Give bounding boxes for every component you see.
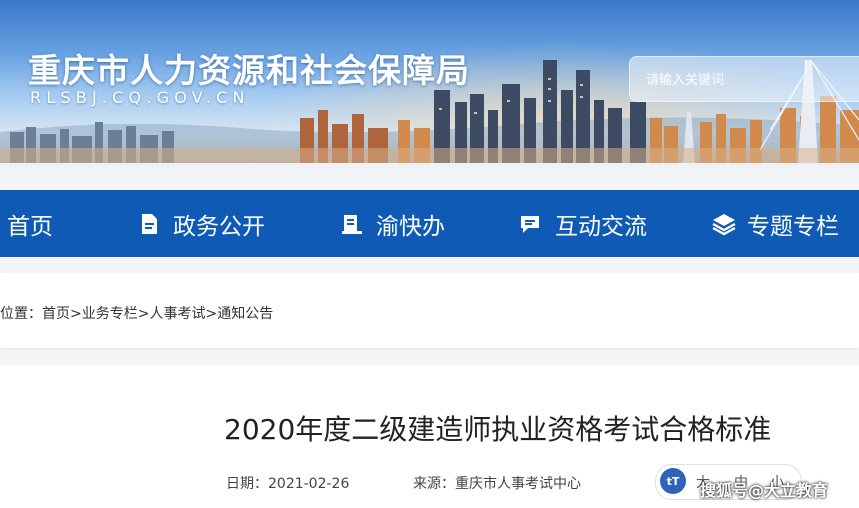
source-label: 来源： bbox=[413, 476, 455, 492]
breadcrumb-link-home[interactable]: 首页 bbox=[42, 306, 70, 322]
article-date: 日期：2021-02-26 bbox=[226, 473, 349, 493]
nav-label: 渝快办 bbox=[376, 213, 445, 240]
chat-bubble-icon bbox=[519, 212, 543, 236]
nav-label: 互动交流 bbox=[555, 213, 647, 240]
font-size-icon[interactable]: tT bbox=[660, 468, 686, 494]
main-nav: 首页 政务公开 渝快办 互动交流 专题专栏 bbox=[0, 190, 859, 257]
nav-label: 首页 bbox=[7, 213, 53, 240]
breadcrumb: 位置：首页>业务专栏>人事考试>通知公告 bbox=[0, 303, 273, 323]
nav-label: 政务公开 bbox=[173, 213, 265, 240]
service-book-icon bbox=[340, 212, 364, 236]
watermark: 搜狐号@大立教育 bbox=[700, 481, 829, 500]
date-label: 日期： bbox=[226, 476, 268, 492]
nav-item-home[interactable]: 首页 bbox=[7, 190, 53, 257]
nav-item-interaction[interactable]: 互动交流 bbox=[519, 190, 647, 257]
breadcrumb-separator: > bbox=[205, 306, 218, 322]
nav-item-government-affairs[interactable]: 政务公开 bbox=[137, 190, 265, 257]
breadcrumb-link-business[interactable]: 业务专栏 bbox=[82, 306, 138, 322]
source-value: 重庆市人事考试中心 bbox=[455, 476, 581, 492]
breadcrumb-separator: > bbox=[137, 306, 150, 322]
breadcrumb-separator: > bbox=[70, 306, 82, 322]
site-title: 重庆市人力资源和社会保障局 bbox=[28, 51, 470, 90]
document-icon bbox=[137, 212, 161, 236]
breadcrumb-link-notices[interactable]: 通知公告 bbox=[217, 306, 273, 322]
nav-item-yukuaiban[interactable]: 渝快办 bbox=[340, 190, 445, 257]
search-box[interactable] bbox=[629, 56, 859, 102]
header-divider-strip bbox=[0, 163, 859, 190]
breadcrumb-link-personnel-exam[interactable]: 人事考试 bbox=[149, 306, 205, 322]
date-value: 2021-02-26 bbox=[268, 476, 350, 492]
breadcrumb-prefix: 位置： bbox=[0, 306, 42, 322]
nav-item-special-topics[interactable]: 专题专栏 bbox=[711, 190, 839, 257]
header-banner: 重庆市人力资源和社会保障局 RLSBJ.CQ.GOV.CN bbox=[0, 0, 859, 163]
site-domain: RLSBJ.CQ.GOV.CN bbox=[30, 88, 250, 107]
layers-icon bbox=[711, 212, 736, 236]
nav-label: 专题专栏 bbox=[747, 213, 839, 240]
article-title: 2020年度二级建造师执业资格考试合格标准 bbox=[224, 413, 772, 446]
search-input[interactable] bbox=[644, 69, 848, 91]
article-source: 来源：重庆市人事考试中心 bbox=[413, 473, 581, 493]
